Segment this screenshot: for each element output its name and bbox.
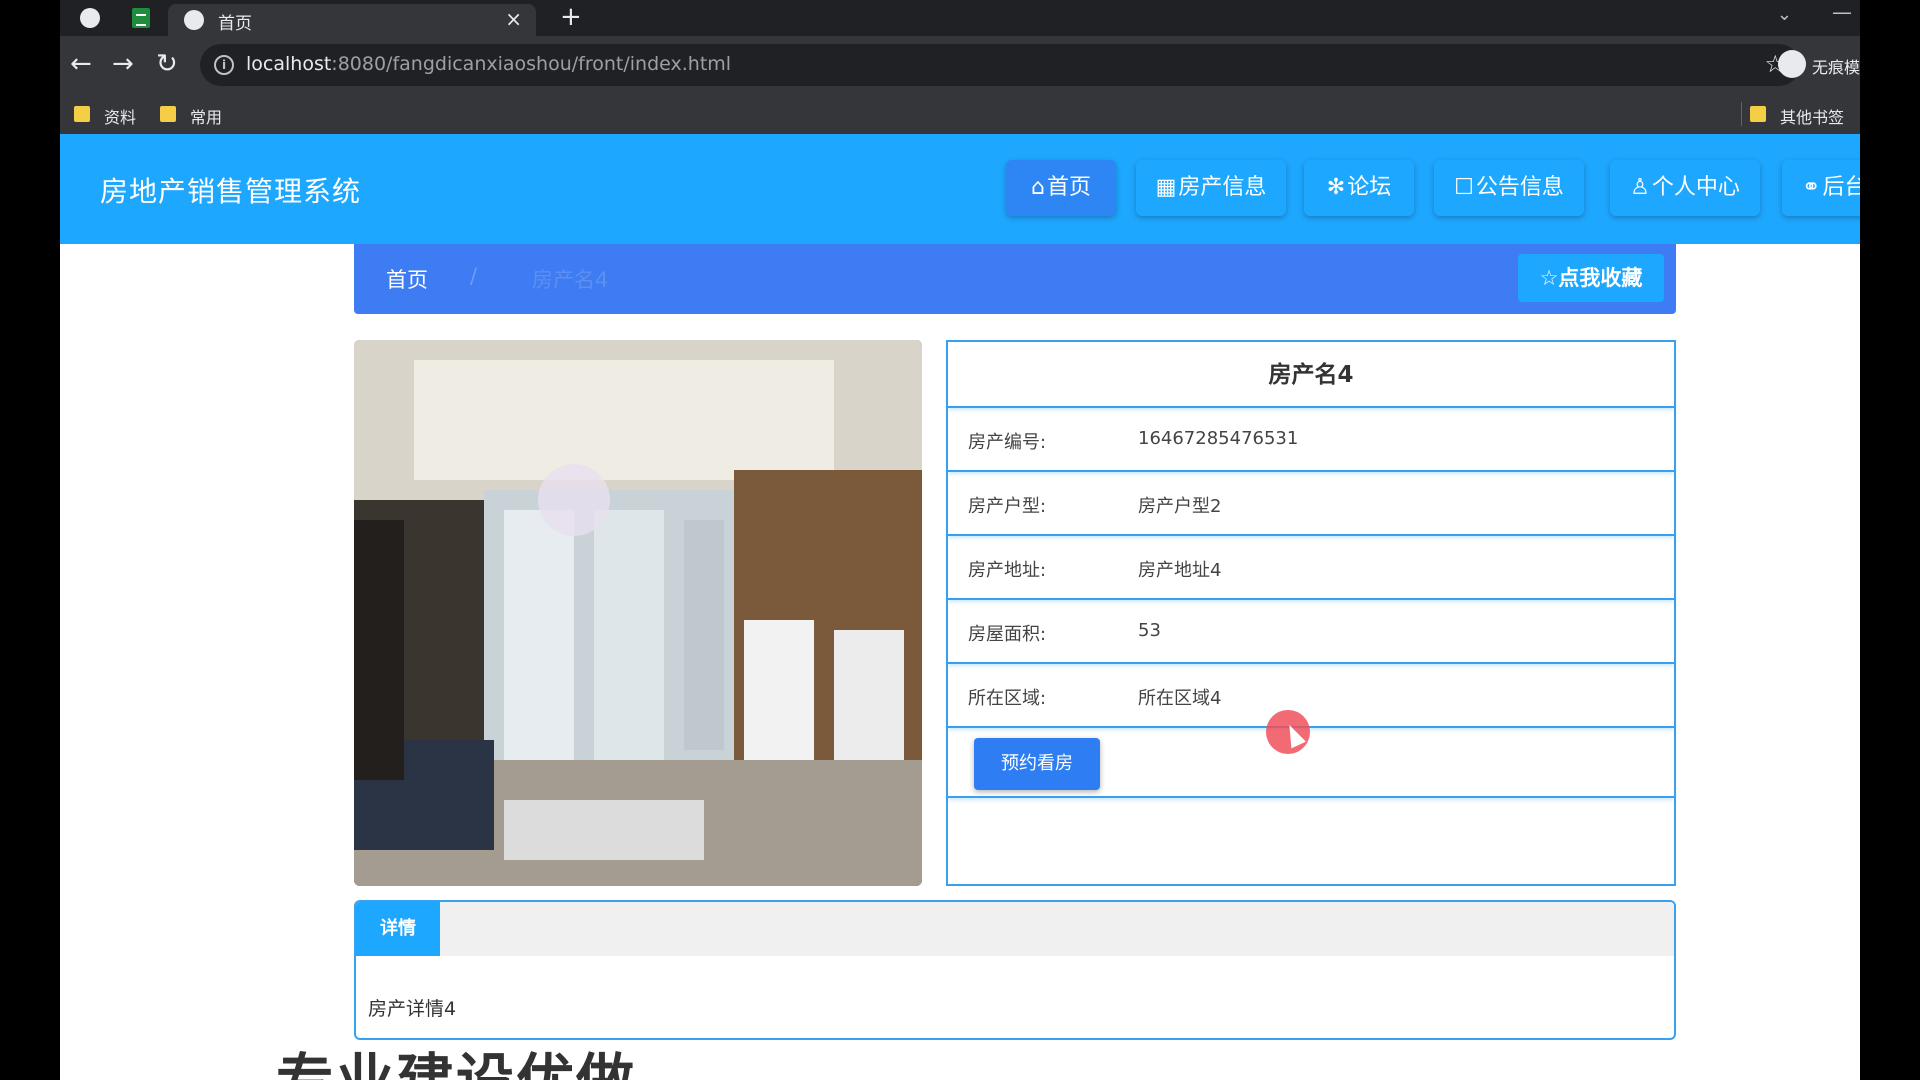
bookmark-folder-ziliao[interactable]: 资料: [74, 104, 154, 127]
bookmark-label: 资料: [104, 108, 137, 127]
property-info-panel: 房产名4 房产编号: 16467285476531 房产户型: 房产户型2 房产…: [946, 340, 1676, 886]
other-bookmarks[interactable]: 其他书签: [1750, 104, 1860, 127]
breadcrumb: 首页 / 房产名4 ☆点我收藏: [354, 244, 1676, 314]
nav-label: 首页: [1046, 175, 1091, 200]
field-value: 16467285476531: [1138, 428, 1299, 449]
info-icon[interactable]: i: [214, 55, 234, 75]
bookmark-label: 其他书签: [1780, 108, 1845, 127]
breadcrumb-home[interactable]: 首页: [386, 264, 428, 294]
forward-arrow-icon[interactable]: →: [112, 50, 134, 78]
field-label: 房产户型:: [968, 496, 1047, 517]
close-icon[interactable]: ×: [505, 7, 522, 31]
home-icon: ⌂: [1031, 175, 1045, 200]
field-row-region: 所在区域: 所在区域4: [948, 664, 1674, 728]
folder-icon: [160, 106, 176, 122]
profile-label: 无痕模: [1812, 58, 1860, 77]
screen: 首页 × + ⌄ — ← → ↻ i localhost:8080/fangdi…: [60, 0, 1860, 1080]
field-value: 所在区域4: [1138, 688, 1222, 709]
minimize-icon[interactable]: —: [1832, 0, 1852, 24]
site-title: 房地产销售管理系统: [100, 175, 362, 208]
folder-icon: [74, 106, 90, 122]
nav-announcements[interactable]: ☐公告信息: [1434, 160, 1584, 216]
action-row: 预约看房: [948, 728, 1674, 798]
section-heading: 专业建设优做: [276, 1046, 636, 1080]
nav-personal-center[interactable]: ♙个人中心: [1610, 160, 1760, 216]
bookmarks-bar: 资料 常用 其他书签: [60, 94, 1860, 134]
back-arrow-icon[interactable]: ←: [70, 50, 92, 78]
chevron-down-icon[interactable]: ⌄: [1777, 4, 1792, 25]
field-row-code: 房产编号: 16467285476531: [948, 408, 1674, 472]
field-label: 房屋面积:: [968, 624, 1047, 645]
document-icon: ☐: [1454, 175, 1474, 200]
breadcrumb-current: 房产名4: [532, 268, 609, 292]
field-label: 所在区域:: [968, 688, 1047, 709]
sheets-icon[interactable]: [132, 8, 150, 28]
incognito-profile[interactable]: 无痕模: [1770, 44, 1860, 84]
field-label: 房产地址:: [968, 560, 1047, 581]
nav-home[interactable]: ⌂首页: [1006, 160, 1116, 216]
field-value: 房产地址4: [1138, 560, 1222, 581]
field-value: 53: [1138, 620, 1161, 641]
breadcrumb-separator: /: [470, 264, 478, 288]
snowflake-icon: ✻: [1326, 175, 1346, 200]
browser-tab-bar: 首页 × + ⌄ —: [60, 0, 1860, 36]
nav-label: 个人中心: [1651, 175, 1740, 200]
living-room-image: [354, 340, 922, 886]
bookmark-folder-changyong[interactable]: 常用: [160, 104, 240, 127]
favorite-button[interactable]: ☆点我收藏: [1518, 254, 1664, 302]
field-label: 房产编号:: [968, 432, 1047, 453]
detail-tab-bar: 详情: [356, 902, 1674, 956]
folder-icon: [1750, 106, 1766, 122]
new-tab-button[interactable]: +: [560, 2, 582, 32]
globe-icon[interactable]: [80, 8, 100, 28]
browser-toolbar: ← → ↻ i localhost:8080/fangdicanxiaoshou…: [60, 36, 1860, 94]
tab-title: 首页: [218, 14, 252, 34]
url-host: localhost: [246, 53, 332, 75]
bookmark-divider: [1741, 102, 1742, 126]
nav-admin[interactable]: ⚭后台: [1782, 160, 1860, 216]
bookmark-label: 常用: [190, 108, 223, 127]
detail-panel: 详情 房产详情4: [354, 900, 1676, 1040]
user-icon: ♙: [1630, 175, 1650, 200]
detail-content: 房产详情4: [368, 998, 457, 1020]
nav-label: 房产信息: [1178, 175, 1267, 200]
grid-icon: ▦: [1155, 175, 1177, 200]
nav-label: 后台: [1822, 175, 1860, 200]
incognito-icon: [1778, 50, 1806, 78]
globe-icon: [184, 10, 204, 30]
property-photo: [354, 340, 922, 886]
nav-label: 论坛: [1347, 175, 1392, 200]
nav-property-info[interactable]: ▦房产信息: [1136, 160, 1286, 216]
field-value: 房产户型2: [1138, 496, 1222, 517]
reload-icon[interactable]: ↻: [156, 50, 178, 78]
nav-forum[interactable]: ✻论坛: [1304, 160, 1414, 216]
link-icon: ⚭: [1802, 175, 1821, 200]
field-row-address: 房产地址: 房产地址4: [948, 536, 1674, 600]
book-viewing-button[interactable]: 预约看房: [974, 738, 1100, 790]
active-browser-tab[interactable]: 首页 ×: [168, 4, 536, 36]
field-row-area: 房屋面积: 53: [948, 600, 1674, 664]
nav-label: 公告信息: [1475, 175, 1564, 200]
field-row-layout: 房产户型: 房产户型2: [948, 472, 1674, 536]
address-bar[interactable]: i localhost:8080/fangdicanxiaoshou/front…: [200, 44, 1800, 86]
url-text[interactable]: localhost:8080/fangdicanxiaoshou/front/i…: [246, 53, 731, 75]
tab-details[interactable]: 详情: [356, 902, 440, 956]
url-path: :8080/fangdicanxiaoshou/front/index.html: [331, 53, 732, 75]
site-header: 房地产销售管理系统 ⌂首页 ▦房产信息 ✻论坛 ☐公告信息 ♙个人中心 ⚭后台: [60, 134, 1860, 244]
property-name: 房产名4: [948, 342, 1674, 408]
